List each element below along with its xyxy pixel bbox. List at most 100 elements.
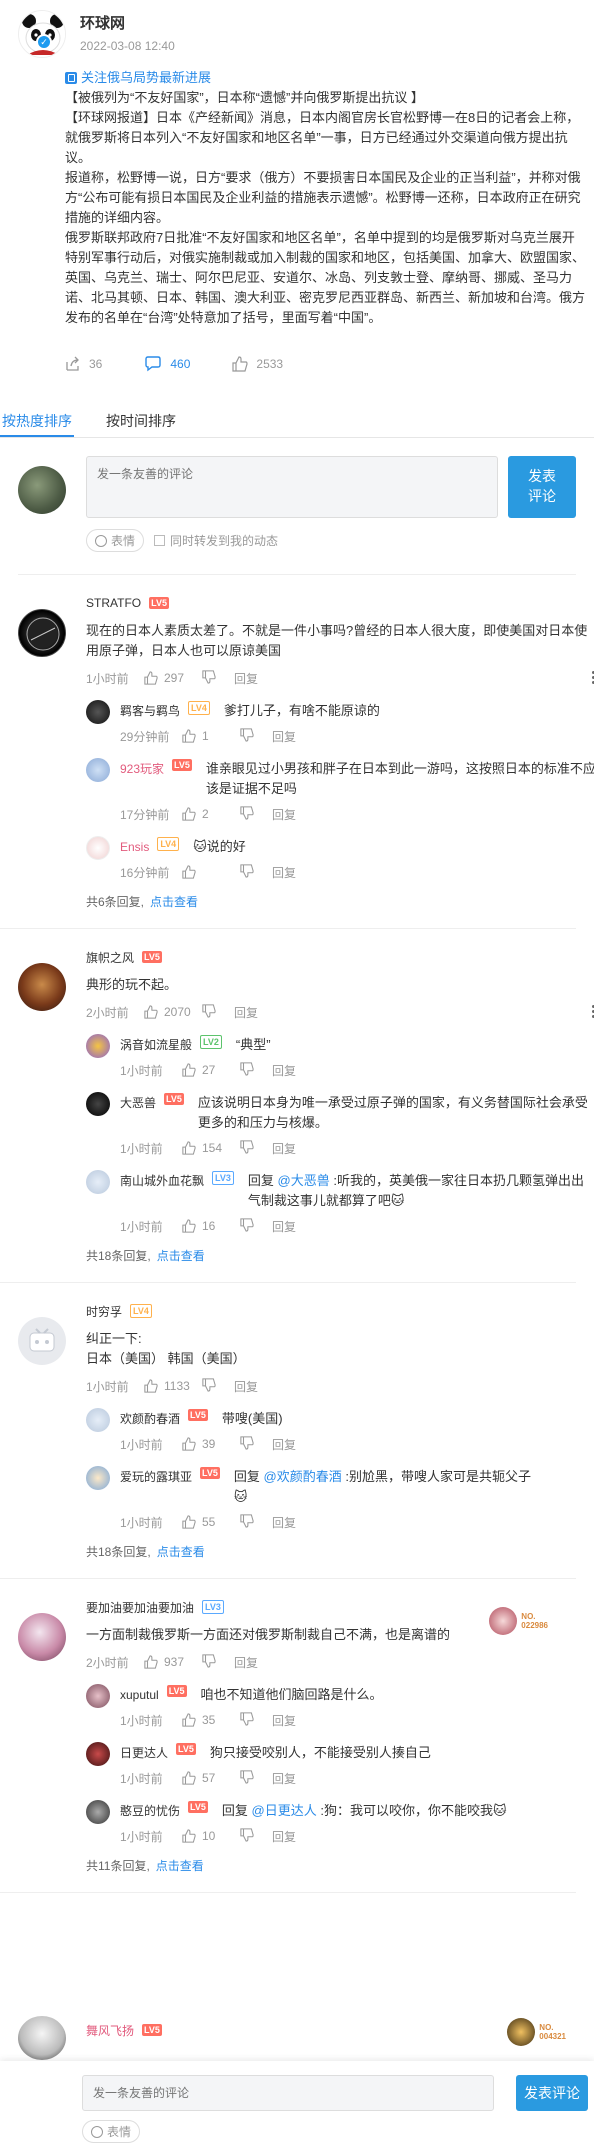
send-comment-button[interactable]: 发表 评论	[508, 456, 576, 518]
reply-like-button[interactable]: 154	[182, 1141, 240, 1155]
reply-avatar[interactable]	[86, 1170, 110, 1194]
reply-like-button[interactable]: 55	[182, 1515, 240, 1529]
reply-user[interactable]: 南山城外血花飘	[120, 1171, 204, 1191]
commenter-avatar[interactable]	[18, 2016, 66, 2060]
comment-like-button[interactable]: 1133	[144, 1379, 202, 1393]
commenter-name[interactable]: 旗帜之风	[86, 949, 134, 966]
comment-dislike-button[interactable]	[202, 669, 234, 687]
reply-user[interactable]: 欢颜酌春酒	[120, 1409, 180, 1429]
reply-reply-button[interactable]: 回复	[272, 1828, 296, 1845]
commenter-avatar[interactable]	[18, 609, 66, 657]
reply-user[interactable]: 923玩家	[120, 759, 164, 779]
reply-reply-button[interactable]: 回复	[272, 1712, 296, 1729]
reply-like-button[interactable]	[182, 865, 240, 879]
reply-dislike-button[interactable]	[240, 1711, 272, 1729]
commenter-avatar[interactable]	[18, 963, 66, 1011]
commenter-name[interactable]: 时穷孚	[86, 1303, 122, 1320]
comment-input[interactable]	[86, 456, 498, 518]
reply-like-button[interactable]: 39	[182, 1437, 240, 1451]
comment-dislike-button[interactable]	[202, 1653, 234, 1671]
reply-user[interactable]: 羁客与羁鸟	[120, 701, 180, 721]
view-replies-link[interactable]: 点击查看	[156, 1859, 204, 1873]
comment-dislike-button[interactable]	[202, 1003, 234, 1021]
comment-reply-button[interactable]: 回复	[234, 1378, 258, 1395]
reply-avatar[interactable]	[86, 1034, 110, 1058]
reply-reply-button[interactable]: 回复	[272, 1436, 296, 1453]
reply-user[interactable]: 爱玩的露琪亚	[120, 1467, 192, 1487]
reply-dislike-button[interactable]	[240, 805, 272, 823]
view-replies-link[interactable]: 点击查看	[150, 895, 198, 909]
reply-user[interactable]: 大恶兽	[120, 1093, 156, 1113]
reply-dislike-button[interactable]	[240, 1139, 272, 1157]
repost-checkbox[interactable]	[154, 535, 166, 546]
reply-avatar[interactable]	[86, 1742, 110, 1766]
reply-like-button[interactable]: 35	[182, 1713, 240, 1727]
reply-reply-button[interactable]: 回复	[272, 1218, 296, 1235]
reply-user[interactable]: xuputul	[120, 1685, 159, 1705]
comment-reply-button[interactable]: 回复	[234, 1004, 258, 1021]
share-button[interactable]: 36	[65, 356, 102, 372]
reply-like-button[interactable]: 16	[182, 1219, 240, 1233]
reply-reply-button[interactable]: 回复	[272, 1514, 296, 1531]
reply-dislike-button[interactable]	[240, 1827, 272, 1845]
comment-like-button[interactable]: 2070	[144, 1005, 202, 1019]
reply-like-button[interactable]: 10	[182, 1829, 240, 1843]
comment-like-button[interactable]: 937	[144, 1655, 202, 1669]
author-name[interactable]: 环球网	[80, 12, 175, 33]
reply-avatar[interactable]	[86, 700, 110, 724]
reply-avatar[interactable]	[86, 836, 110, 860]
topic-label[interactable]: 关注俄乌局势最新进展	[81, 68, 211, 88]
reply-avatar[interactable]	[86, 1092, 110, 1116]
reply-reply-button[interactable]: 回复	[272, 864, 296, 881]
comment-dislike-button[interactable]	[202, 1377, 234, 1395]
reply-avatar[interactable]	[86, 1466, 110, 1490]
reply-dislike-button[interactable]	[240, 863, 272, 881]
reply-reply-button[interactable]: 回复	[272, 1140, 296, 1157]
reply-avatar[interactable]	[86, 1800, 110, 1824]
reply-user[interactable]: Ensis	[120, 837, 149, 857]
reply-user[interactable]: 涡音如流星般	[120, 1035, 192, 1055]
comment-button[interactable]: 460	[144, 356, 190, 372]
topic-link[interactable]: 关注俄乌局势最新进展	[65, 68, 585, 88]
reply-avatar[interactable]	[86, 1684, 110, 1708]
reply-avatar[interactable]	[86, 1408, 110, 1432]
reply-like-button[interactable]: 27	[182, 1063, 240, 1077]
mention-link[interactable]: @大恶兽	[278, 1173, 330, 1188]
comment-reply-button[interactable]: 回复	[234, 1654, 258, 1671]
reply-dislike-button[interactable]	[240, 1769, 272, 1787]
reply-dislike-button[interactable]	[240, 727, 272, 745]
bottom-comment-input[interactable]	[82, 2075, 494, 2111]
reply-like-button[interactable]: 2	[182, 807, 240, 821]
reply-like-button[interactable]: 1	[182, 729, 240, 743]
emoji-button[interactable]: 表情	[86, 529, 145, 552]
mention-link[interactable]: @日更达人	[252, 1803, 317, 1818]
reply-avatar[interactable]	[86, 758, 110, 782]
reply-user[interactable]: 憨豆的忧伤	[120, 1801, 180, 1821]
commenter-name[interactable]: 舞风飞扬	[86, 2022, 134, 2039]
commenter-avatar[interactable]	[18, 1317, 66, 1365]
mention-link[interactable]: @欢颜酌春酒	[264, 1469, 342, 1484]
reply-reply-button[interactable]: 回复	[272, 1770, 296, 1787]
reply-reply-button[interactable]: 回复	[272, 1062, 296, 1079]
view-replies-link[interactable]: 点击查看	[157, 1249, 205, 1263]
bottom-emoji-button[interactable]: 表情	[82, 2120, 141, 2143]
reply-dislike-button[interactable]	[240, 1513, 272, 1531]
tab-sort-by-hot[interactable]: 按热度排序	[0, 404, 74, 437]
comment-reply-button[interactable]: 回复	[234, 670, 258, 687]
view-replies-link[interactable]: 点击查看	[157, 1545, 205, 1559]
current-user-avatar[interactable]	[18, 466, 66, 514]
reply-user[interactable]: 日更达人	[120, 1743, 168, 1763]
reply-like-button[interactable]: 57	[182, 1771, 240, 1785]
reply-dislike-button[interactable]	[240, 1217, 272, 1235]
comment-like-button[interactable]: 297	[144, 671, 202, 685]
commenter-name[interactable]: 要加油要加油要加油	[86, 1599, 194, 1616]
tab-sort-by-time[interactable]: 按时间排序	[104, 404, 178, 437]
reply-dislike-button[interactable]	[240, 1435, 272, 1453]
reply-reply-button[interactable]: 回复	[272, 806, 296, 823]
like-button[interactable]: 2533	[232, 356, 283, 372]
commenter-name[interactable]: STRATFO	[86, 596, 141, 610]
commenter-avatar[interactable]	[18, 1613, 66, 1661]
reply-dislike-button[interactable]	[240, 1061, 272, 1079]
reply-reply-button[interactable]: 回复	[272, 728, 296, 745]
bottom-send-button[interactable]: 发表评论	[516, 2075, 588, 2111]
